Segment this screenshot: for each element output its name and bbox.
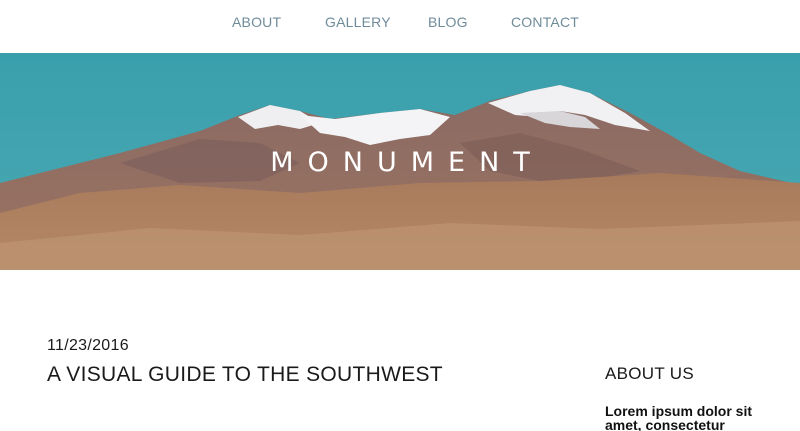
sidebar-text: Lorem ipsum dolor sit amet, consectetur: [605, 403, 753, 431]
nav-link-about[interactable]: ABOUT: [232, 14, 281, 30]
post-title[interactable]: A VISUAL GUIDE TO THE SOUTHWEST: [47, 363, 443, 387]
nav-link-blog[interactable]: BLOG: [428, 14, 468, 30]
nav-link-gallery[interactable]: GALLERY: [325, 14, 391, 30]
main-content: 11/23/2016 A VISUAL GUIDE TO THE SOUTHWE…: [0, 270, 800, 431]
post-date: 11/23/2016: [47, 337, 129, 354]
site-title: MONUMENT: [270, 147, 544, 178]
hero-banner: MONUMENT: [0, 53, 800, 270]
top-navigation: ABOUT GALLERY BLOG CONTACT: [0, 0, 800, 53]
sidebar-heading: ABOUT US: [605, 364, 694, 383]
nav-link-contact[interactable]: CONTACT: [511, 14, 579, 30]
